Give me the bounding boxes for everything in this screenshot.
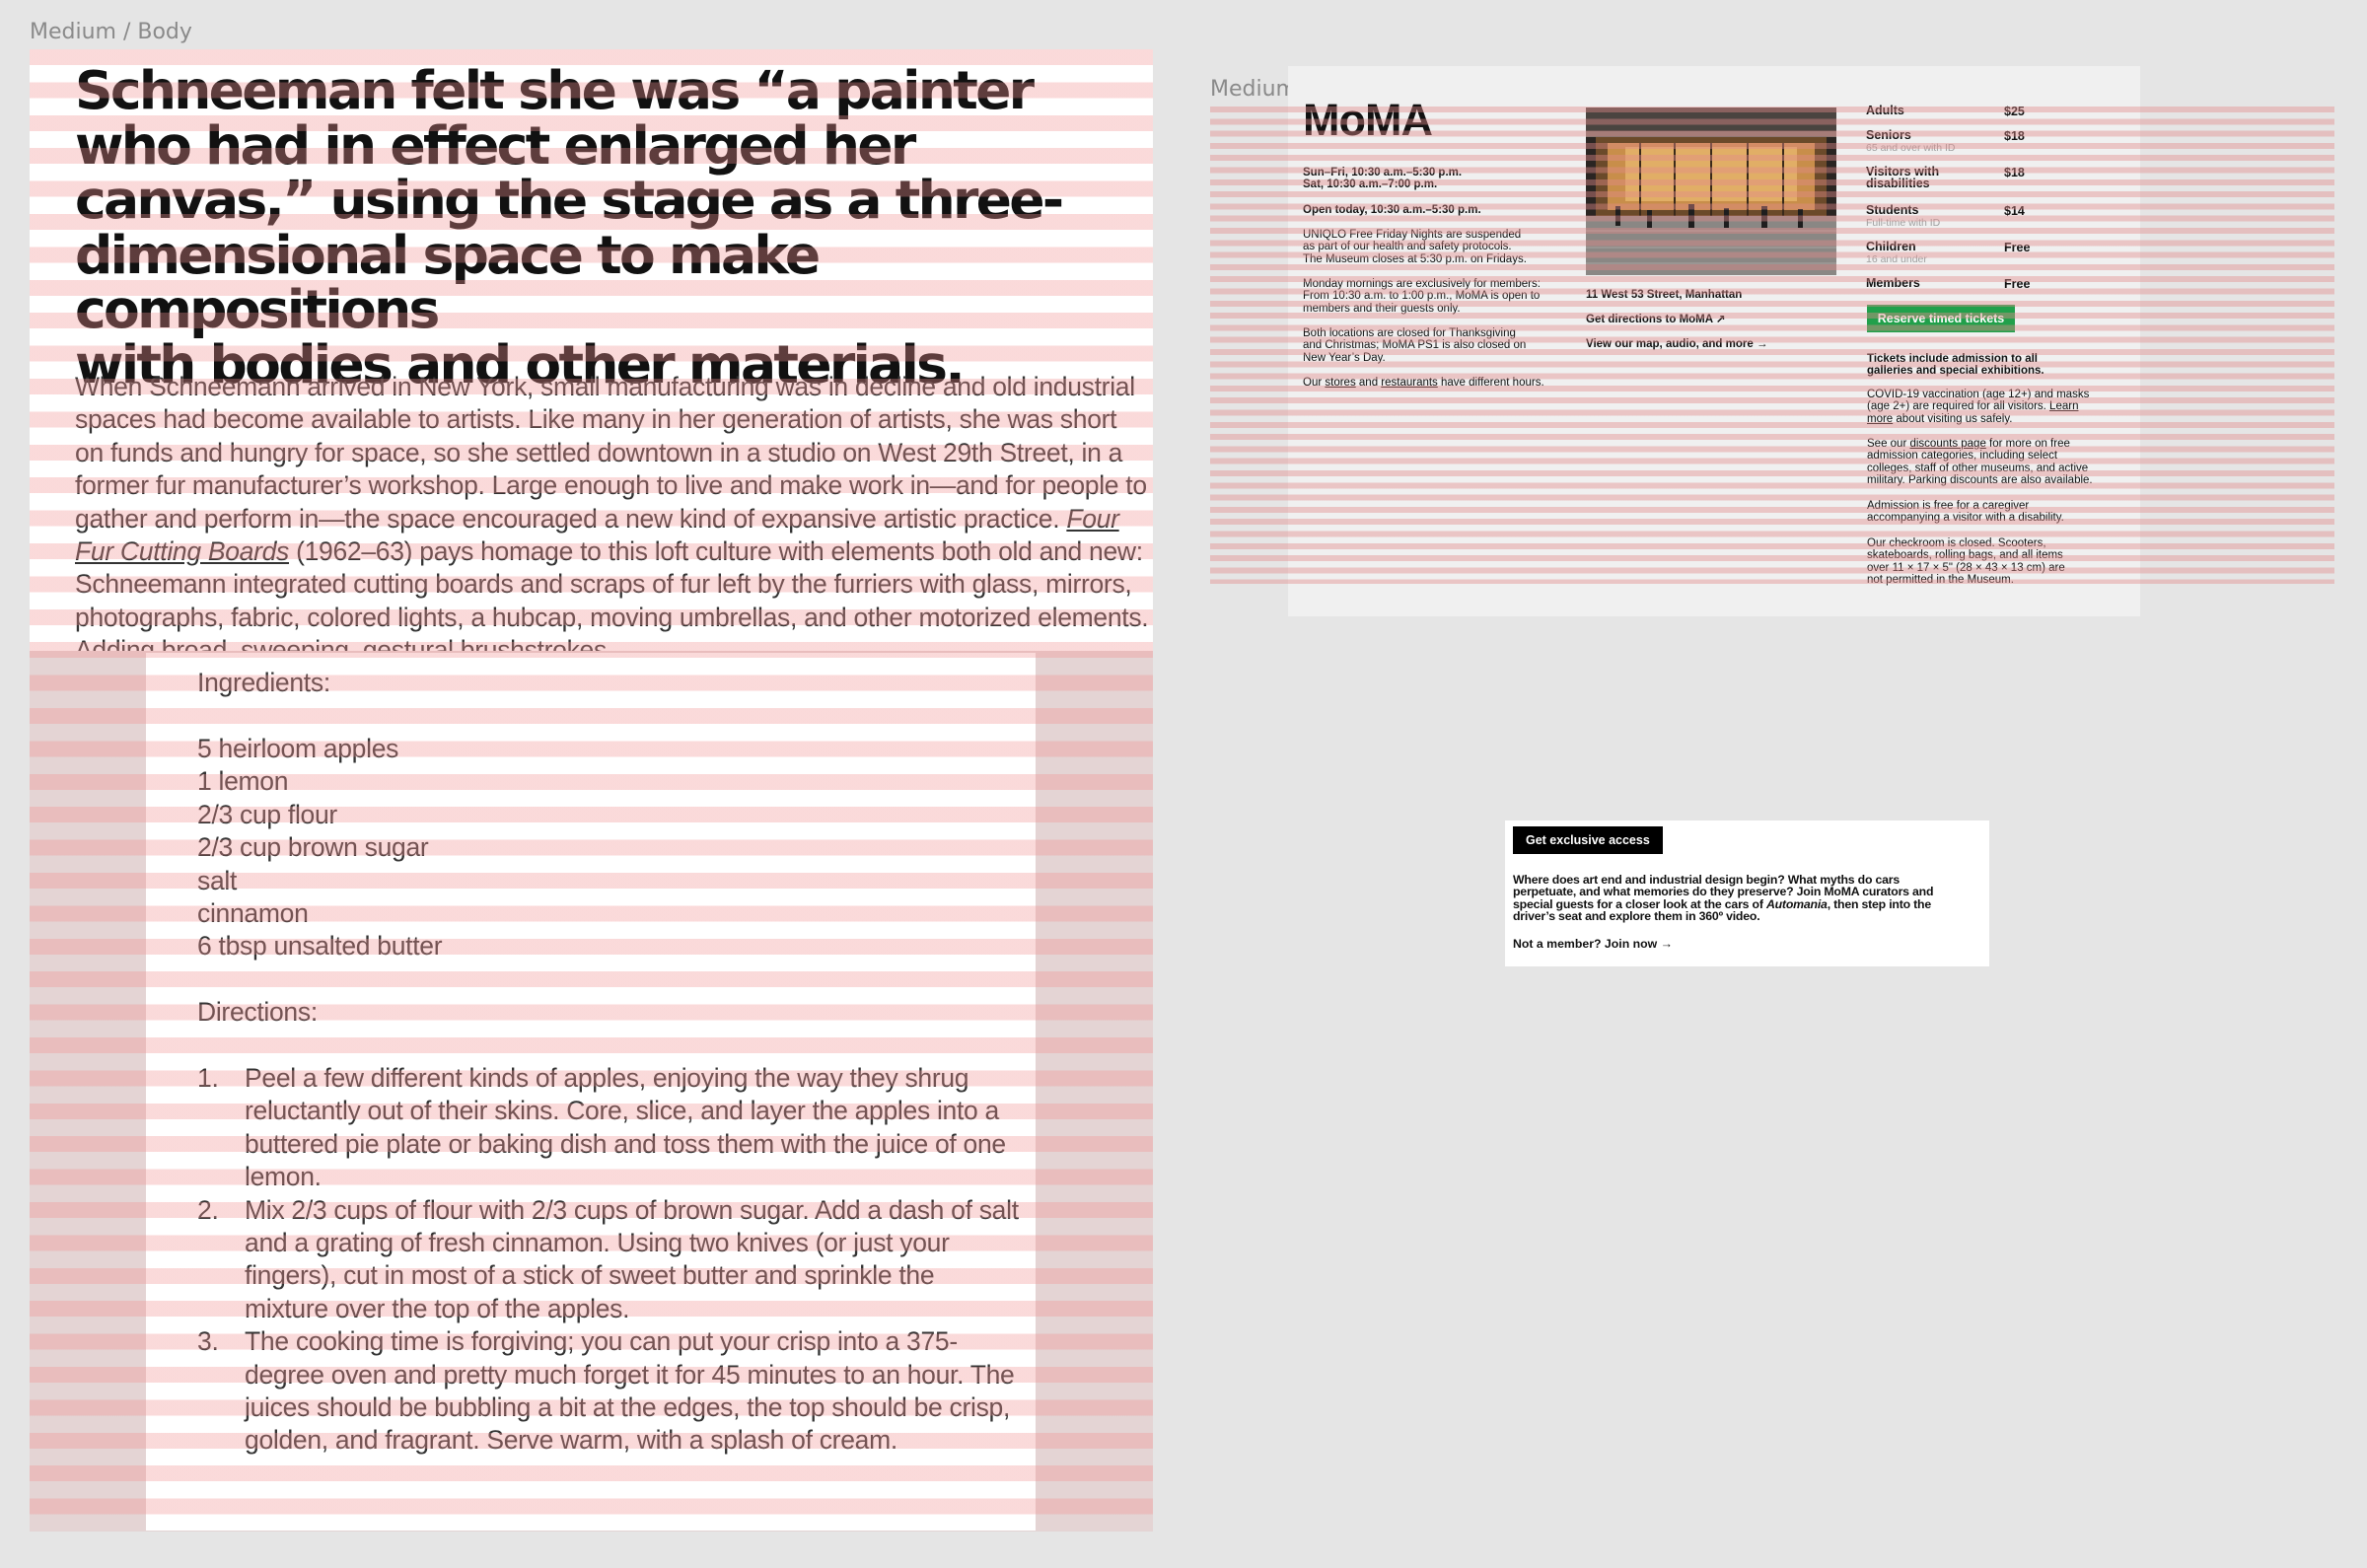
ingredient-item: 2/3 cup flour <box>197 799 337 829</box>
discounts-note: See our discounts page for more on free … <box>1867 438 2104 486</box>
price-value: $18 <box>2004 166 2025 179</box>
hours-saturday: Sat, 10:30 a.m.–7:00 p.m. <box>1303 178 1438 190</box>
frame-label-body: Medium / Body <box>30 20 192 44</box>
join-now-link[interactable]: Not a member? Join now → <box>1513 937 1673 951</box>
uniqlo-note: UNIQLO Free Friday Nights are suspended … <box>1303 229 1527 265</box>
step-number: 3. <box>197 1326 219 1357</box>
moma-logo[interactable]: MoMA <box>1303 96 1433 145</box>
ingredient-item: 5 heirloom apples <box>197 734 399 763</box>
stores-suffix: have different hours. <box>1437 377 1544 389</box>
step-number: 1. <box>197 1063 219 1093</box>
automania-title: Automania <box>1765 896 1828 911</box>
direction-step: 1. Peel a few different kinds of apples, … <box>197 1062 1024 1194</box>
map-audio-link[interactable]: View our map, audio, and more → <box>1586 338 1842 350</box>
price-value: $25 <box>2004 105 2025 118</box>
hours-weekday: Sun–Fri, 10:30 a.m.–5:30 p.m. <box>1303 167 1463 178</box>
price-category: Members <box>1866 276 1920 290</box>
direction-step: 3. The cooking time is forgiving; you can… <box>197 1325 1024 1458</box>
price-value: $14 <box>2004 204 2025 218</box>
step-number: 2. <box>197 1194 219 1225</box>
article-paragraph: When Schneemann arrived in New York, sma… <box>75 371 1150 651</box>
step-text: The cooking time is forgiving; you can p… <box>245 1326 1015 1456</box>
stores-prefix: Our <box>1303 377 1326 389</box>
directions-list: 1. Peel a few different kinds of apples, … <box>197 1062 1024 1458</box>
stores-hours-note: Our stores and restaurants have differen… <box>1303 377 1569 389</box>
checkroom-note: Our checkroom is closed. Scooters, skate… <box>1867 537 2065 586</box>
step-text: Peel a few different kinds of apples, en… <box>245 1063 1006 1192</box>
ingredient-item: cinnamon <box>197 898 309 929</box>
ingredient-item: 2/3 cup brown sugar <box>197 832 429 863</box>
price-category: Visitors with disabilities <box>1866 165 1940 191</box>
museum-entrance-photo <box>1586 107 1836 275</box>
covid-suffix: about visiting us safely. <box>1893 412 2013 425</box>
directions-link[interactable]: Get directions to MoMA ↗ <box>1586 314 1842 325</box>
member-mornings-note: Monday mornings are exclusively for memb… <box>1303 278 1541 315</box>
ingredients-list: 5 heirloom apples 1 lemon 2/3 cup flour … <box>197 733 443 963</box>
ingredient-item: 1 lemon <box>197 766 289 797</box>
tickets-include-note: Tickets include admission to all galleri… <box>1867 353 2044 378</box>
museum-address: 11 West 53 Street, Manhattan <box>1586 289 1743 301</box>
price-note: Full-time with ID <box>1866 217 1941 229</box>
price-note: 16 and under <box>1866 253 1927 265</box>
ingredient-item: 6 tbsp unsalted butter <box>197 931 443 962</box>
exclusive-access-card: Get exclusive access Where does art end … <box>1505 820 1989 966</box>
price-value: Free <box>2004 277 2031 291</box>
paragraph-text-before: When Schneemann arrived in New York, sma… <box>75 372 1147 534</box>
step-text: Mix 2/3 cups of flour with 2/3 cups of b… <box>245 1194 1019 1323</box>
holiday-closures-note: Both locations are closed for Thanksgivi… <box>1303 327 1527 364</box>
article-headline: Schneeman felt she was “a painter who ha… <box>75 59 1064 395</box>
directions-heading: Directions: <box>197 997 318 1027</box>
price-category: Children <box>1866 240 1916 253</box>
price-category: Seniors <box>1866 128 1911 142</box>
reserve-tickets-button[interactable]: Reserve timed tickets <box>1867 305 2015 332</box>
article-section: Schneeman felt she was “a painter who ha… <box>30 49 1153 651</box>
ingredient-item: salt <box>197 865 238 895</box>
exclusive-access-text: Where does art end and industrial design… <box>1513 874 1947 923</box>
price-category: Adults <box>1866 104 1904 117</box>
body-frame: Schneeman felt she was “a painter who ha… <box>30 49 1153 1532</box>
stores-and: and <box>1355 377 1382 389</box>
restaurants-link[interactable]: restaurants <box>1381 377 1438 389</box>
caregiver-note: Admission is free for a caregiver accomp… <box>1867 500 2064 525</box>
price-category: Students <box>1866 203 1919 217</box>
discounts-link[interactable]: discounts page <box>1909 438 1985 450</box>
price-value: $18 <box>2004 129 2025 143</box>
stores-link[interactable]: stores <box>1325 377 1355 389</box>
ingredients-heading: Ingredients: <box>197 668 330 697</box>
price-note: 65 and over with ID <box>1866 142 1956 154</box>
exclusive-access-badge: Get exclusive access <box>1513 826 1663 854</box>
price-value: Free <box>2004 241 2031 254</box>
direction-step: 2. Mix 2/3 cups of flour with 2/3 cups of… <box>197 1194 1024 1326</box>
moma-visit-frame: MoMA Sun–Fri, 10:30 a.m.–5:30 p.m. Sat, … <box>1288 66 2140 616</box>
open-today: Open today, 10:30 a.m.–5:30 p.m. <box>1303 204 1481 216</box>
recipe-section: Ingredients: 5 heirloom apples 1 lemon 2… <box>146 653 1036 1531</box>
discounts-prefix: See our <box>1867 438 1910 450</box>
covid-note: COVID-19 vaccination (age 12+) and masks… <box>1867 389 2096 425</box>
